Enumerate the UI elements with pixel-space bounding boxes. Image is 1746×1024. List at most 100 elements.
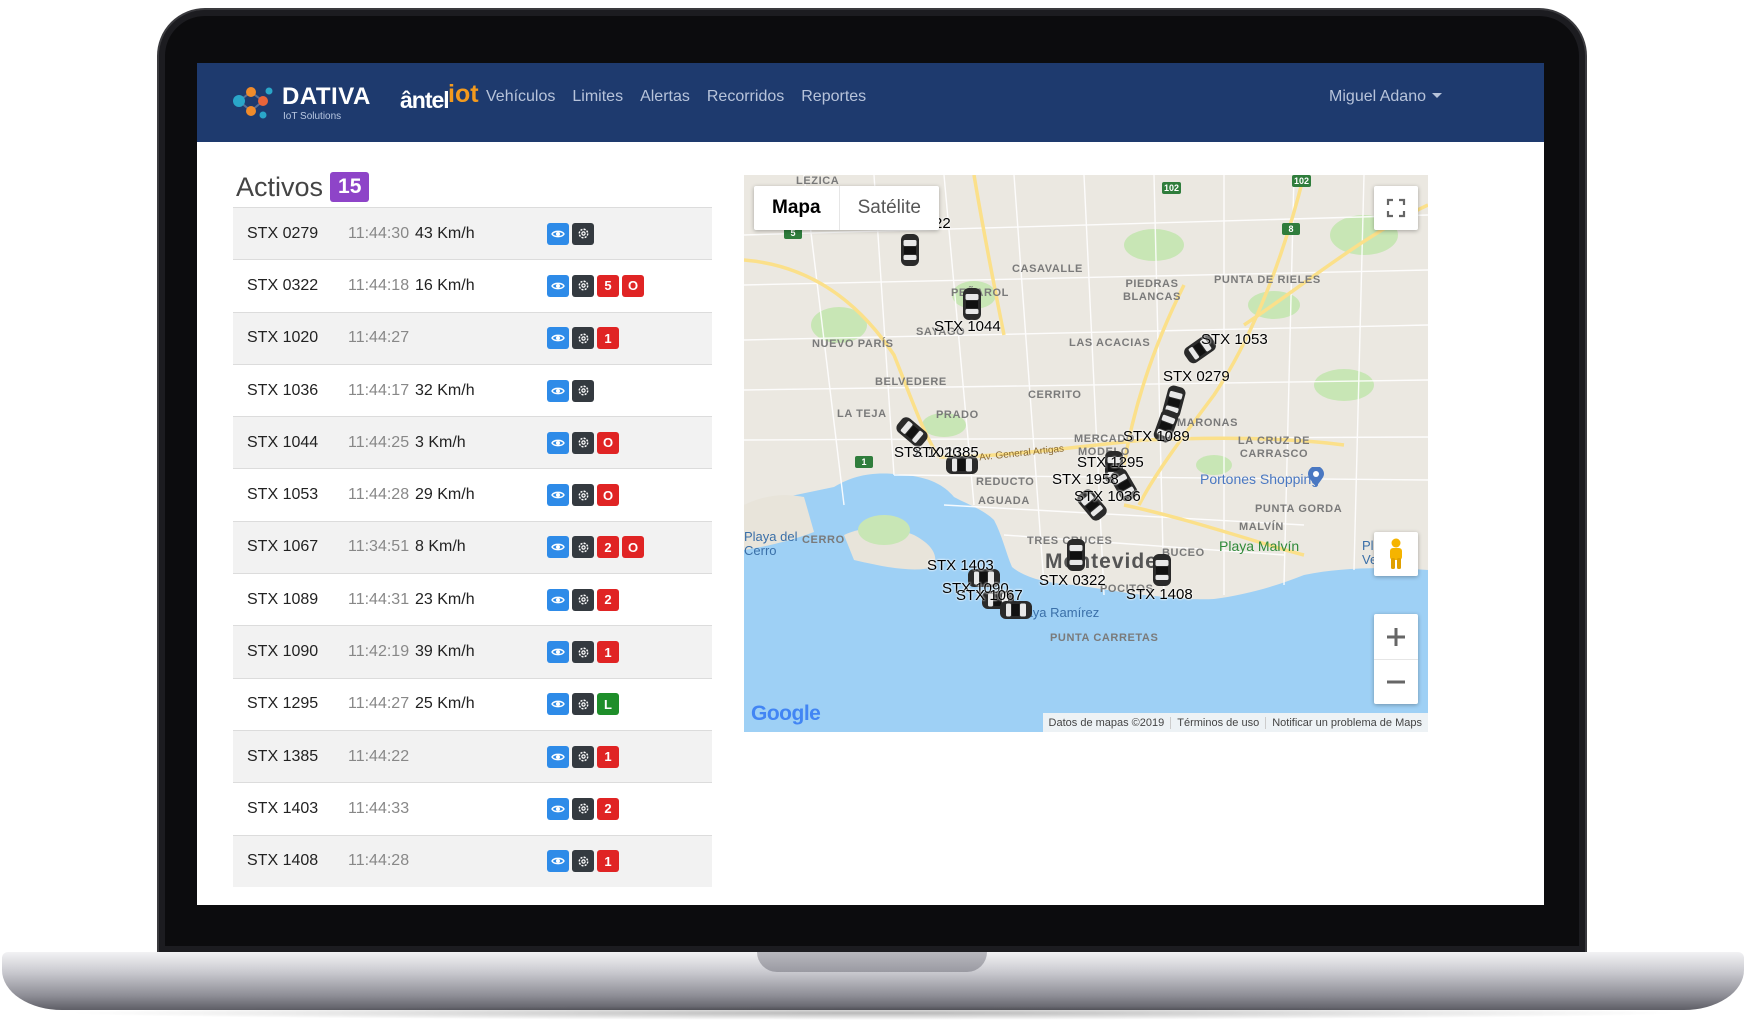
map-terms-link[interactable]: Términos de uso [1170,716,1265,729]
vehicle-row[interactable]: STX 1385 11:44:22 1 [233,729,712,783]
alert-count-badge[interactable]: 1 [597,850,619,873]
gear-icon [577,802,590,815]
vehicle-time: 11:44:22 [348,747,410,765]
zoom-in-button[interactable] [1374,614,1418,659]
view-vehicle-button[interactable] [547,588,569,611]
laptop-notch [757,952,987,972]
vehicle-time: 11:44:31 [348,590,410,608]
gear-icon [577,855,590,868]
vehicle-marker-label: STX 1089 [1123,428,1190,445]
vehicle-row[interactable]: STX 1090 11:42:19 39 Km/h 1 [233,625,712,678]
vehicle-settings-button[interactable] [572,745,594,768]
caret-down-icon [1432,93,1442,98]
map-water-label-playa-malvin: Playa Malvín [1219,538,1300,554]
vehicle-settings-button[interactable] [572,484,594,507]
vehicle-settings-button[interactable] [572,222,594,245]
nav-link-vehiculos[interactable]: Vehículos [486,88,555,106]
vehicle-id: STX 1295 [247,695,319,713]
view-vehicle-button[interactable] [547,222,569,245]
vehicle-actions: 1 [547,850,619,873]
vehicle-actions [547,379,594,402]
gear-icon [577,279,590,292]
vehicle-row[interactable]: STX 1403 11:44:33 2 [233,782,712,834]
vehicle-settings-button[interactable] [572,797,594,820]
view-vehicle-button[interactable] [547,693,569,716]
map-report-link[interactable]: Notificar un problema de Maps [1265,716,1428,729]
vehicle-row[interactable]: STX 1036 11:44:17 32 Km/h [233,363,712,416]
vehicle-map[interactable]: LEZICA CASAVALLE PIEDRAS BLANCAS PUNTA D… [744,175,1428,732]
vehicle-time: 11:44:27 [348,329,410,347]
list-header: Activos 15 [236,168,712,206]
view-vehicle-button[interactable] [547,797,569,820]
vehicle-row[interactable]: STX 1053 11:44:28 29 Km/h O [233,468,712,520]
status-badge[interactable]: O [597,431,619,454]
nav-link-limites[interactable]: Limites [572,88,623,106]
vehicle-settings-button[interactable] [572,850,594,873]
alert-count-badge[interactable]: 2 [597,588,619,611]
brand-subtitle: IoT Solutions [283,111,342,122]
status-badge[interactable]: L [597,693,619,716]
vehicle-id: STX 1044 [247,433,319,451]
alert-count-badge[interactable]: 1 [597,745,619,768]
vehicle-settings-button[interactable] [572,641,594,664]
view-vehicle-button[interactable] [547,850,569,873]
vehicle-row[interactable]: STX 1089 11:44:31 23 Km/h 2 [233,573,712,625]
vehicle-settings-button[interactable] [572,588,594,611]
alert-count-badge[interactable]: 5 [597,274,619,297]
street-view-pegman[interactable] [1374,532,1418,576]
vehicle-settings-button[interactable] [572,693,594,716]
view-vehicle-button[interactable] [547,745,569,768]
alert-count-badge[interactable]: 1 [597,641,619,664]
vehicle-marker-label: STX 1036 [1074,488,1141,505]
vehicle-settings-button[interactable] [572,327,594,350]
vehicle-marker-label: STX 1958 [1052,471,1119,488]
eye-icon [551,752,565,762]
map-type-button-mapa[interactable]: Mapa [754,186,839,230]
map-label-la-teja: LA TEJA [837,408,887,420]
view-vehicle-button[interactable] [547,536,569,559]
vehicle-settings-button[interactable] [572,536,594,559]
user-menu-dropdown[interactable]: Miguel Adano [1329,88,1442,106]
vehicle-settings-button[interactable] [572,379,594,402]
vehicle-row[interactable]: STX 1408 11:44:28 1 [233,834,712,887]
zoom-out-button[interactable] [1374,659,1418,704]
dativa-logo[interactable]: DATIVA IoT Solutions [229,80,379,124]
route-shield-1: 1 [855,456,873,468]
vehicle-row[interactable]: STX 0279 11:44:30 43 Km/h [233,207,712,260]
map-label-malvin: MALVÍN [1239,521,1284,533]
nav-link-reportes[interactable]: Reportes [801,88,866,106]
vehicle-marker-car-icon[interactable] [962,287,982,321]
alert-count-badge[interactable]: 2 [597,797,619,820]
vehicle-settings-button[interactable] [572,431,594,454]
view-vehicle-button[interactable] [547,274,569,297]
view-vehicle-button[interactable] [547,641,569,664]
vehicle-row[interactable]: STX 1044 11:44:25 3 Km/h O [233,416,712,469]
view-vehicle-button[interactable] [547,327,569,350]
nav-link-recorridos[interactable]: Recorridos [707,88,784,106]
status-badge[interactable]: O [622,536,644,559]
map-type-button-satelite[interactable]: Satélite [838,186,939,230]
vehicle-row[interactable]: STX 1295 11:44:27 25 Km/h L [233,677,712,730]
vehicle-list-panel: Activos 15 STX 0279 11:44:30 43 Km/h STX 03… [233,168,712,887]
route-shield-8: 8 [1282,223,1300,235]
vehicle-id: STX 1403 [247,799,319,817]
vehicle-row[interactable]: STX 1020 11:44:27 1 [233,311,712,364]
alert-count-badge[interactable]: 1 [597,327,619,350]
fullscreen-button[interactable] [1374,186,1418,230]
alert-count-badge[interactable]: 2 [597,536,619,559]
status-badge[interactable]: O [597,484,619,507]
vehicle-marker-car-icon[interactable] [1066,538,1086,572]
view-vehicle-button[interactable] [547,379,569,402]
gear-icon [577,332,590,345]
view-vehicle-button[interactable] [547,431,569,454]
vehicle-marker-car-icon[interactable] [1152,553,1172,587]
view-vehicle-button[interactable] [547,484,569,507]
nav-link-alertas[interactable]: Alertas [640,88,690,106]
vehicle-actions: 1 [547,327,619,350]
vehicle-marker-car-icon[interactable] [900,233,920,267]
vehicle-row[interactable]: STX 1067 11:34:51 8 Km/h 2 O [233,520,712,574]
status-badge[interactable]: O [622,274,644,297]
list-title: Activos [236,171,324,202]
vehicle-settings-button[interactable] [572,274,594,297]
vehicle-row[interactable]: STX 0322 11:44:18 16 Km/h 5 O [233,259,712,311]
